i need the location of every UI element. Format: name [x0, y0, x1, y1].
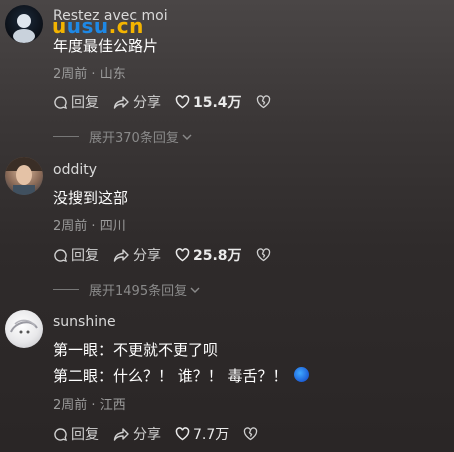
- comment-text-line-1: 第一眼：不更就不更了呗: [53, 341, 219, 359]
- reply-label: 回复: [71, 248, 99, 264]
- dislike-button[interactable]: [256, 248, 274, 262]
- expand-replies[interactable]: 展开1495条回复: [53, 280, 201, 299]
- comment-time: 2周前: [53, 219, 88, 234]
- comment-text: 没搜到这部: [53, 189, 129, 207]
- comment-location: 山东: [99, 67, 126, 82]
- heart-icon: [175, 427, 190, 441]
- meta-separator: ·: [91, 219, 96, 234]
- meta-separator: ·: [91, 67, 96, 82]
- chevron-down-icon: [182, 134, 192, 140]
- username[interactable]: oddity: [53, 162, 97, 178]
- expand-label: 展开1495条回复: [89, 284, 188, 299]
- avatar[interactable]: [5, 5, 43, 43]
- like-button[interactable]: 25.8万: [175, 245, 242, 265]
- comment-time: 2周前: [53, 398, 88, 413]
- like-count: 15.4万: [193, 95, 242, 111]
- broken-heart-icon: [256, 248, 270, 262]
- expand-label: 展开370条回复: [89, 131, 179, 146]
- chevron-down-icon: [190, 287, 200, 293]
- meta-separator: ·: [91, 398, 96, 413]
- reply-button[interactable]: 回复: [53, 92, 99, 112]
- like-count: 7.7万: [193, 427, 230, 443]
- reply-icon: [54, 95, 68, 109]
- avatar[interactable]: [5, 157, 43, 195]
- divider-line: [53, 136, 79, 137]
- reply-label: 回复: [71, 427, 99, 443]
- comment-location: 四川: [99, 219, 126, 234]
- username[interactable]: sunshine: [53, 314, 116, 330]
- reply-icon: [54, 248, 68, 262]
- dislike-button[interactable]: [243, 427, 261, 441]
- comment-actions: 回复 分享 7.7万: [53, 424, 275, 444]
- avatar[interactable]: [5, 310, 43, 348]
- share-icon: [113, 95, 129, 109]
- share-label: 分享: [133, 95, 161, 111]
- share-icon: [113, 248, 129, 262]
- reply-label: 回复: [71, 95, 99, 111]
- comment-time: 2周前: [53, 67, 88, 82]
- share-icon: [113, 427, 129, 441]
- comment-text: 年度最佳公路片: [53, 37, 159, 55]
- reply-button[interactable]: 回复: [53, 424, 99, 444]
- comment-actions: 回复 分享 25.8万: [53, 245, 288, 265]
- comment-actions: 回复 分享 15.4万: [53, 92, 288, 112]
- share-button[interactable]: 分享: [113, 245, 161, 265]
- expand-replies[interactable]: 展开370条回复: [53, 127, 193, 146]
- like-count: 25.8万: [193, 248, 242, 264]
- comment-meta: 2周前 · 江西: [53, 394, 126, 413]
- like-button[interactable]: 7.7万: [175, 424, 229, 444]
- share-label: 分享: [133, 248, 161, 264]
- like-button[interactable]: 15.4万: [175, 92, 242, 112]
- comment-meta: 2周前 · 四川: [53, 215, 126, 234]
- dislike-button[interactable]: [256, 95, 274, 109]
- comment-text-line-2: 第二眼：什么？！ 谁？！ 毒舌？！: [53, 364, 309, 389]
- broken-heart-icon: [244, 427, 258, 441]
- share-label: 分享: [133, 427, 161, 443]
- comment-location: 江西: [99, 398, 126, 413]
- heart-icon: [175, 95, 190, 109]
- emoji-icon: [293, 367, 309, 382]
- divider-line: [53, 289, 79, 290]
- comment-text-line-2-content: 第二眼：什么？！ 谁？！ 毒舌？！: [53, 367, 288, 385]
- heart-icon: [175, 248, 190, 262]
- reply-icon: [54, 427, 68, 441]
- reply-button[interactable]: 回复: [53, 245, 99, 265]
- share-button[interactable]: 分享: [113, 424, 161, 444]
- broken-heart-icon: [256, 95, 270, 109]
- share-button[interactable]: 分享: [113, 92, 161, 112]
- comment-meta: 2周前 · 山东: [53, 63, 126, 82]
